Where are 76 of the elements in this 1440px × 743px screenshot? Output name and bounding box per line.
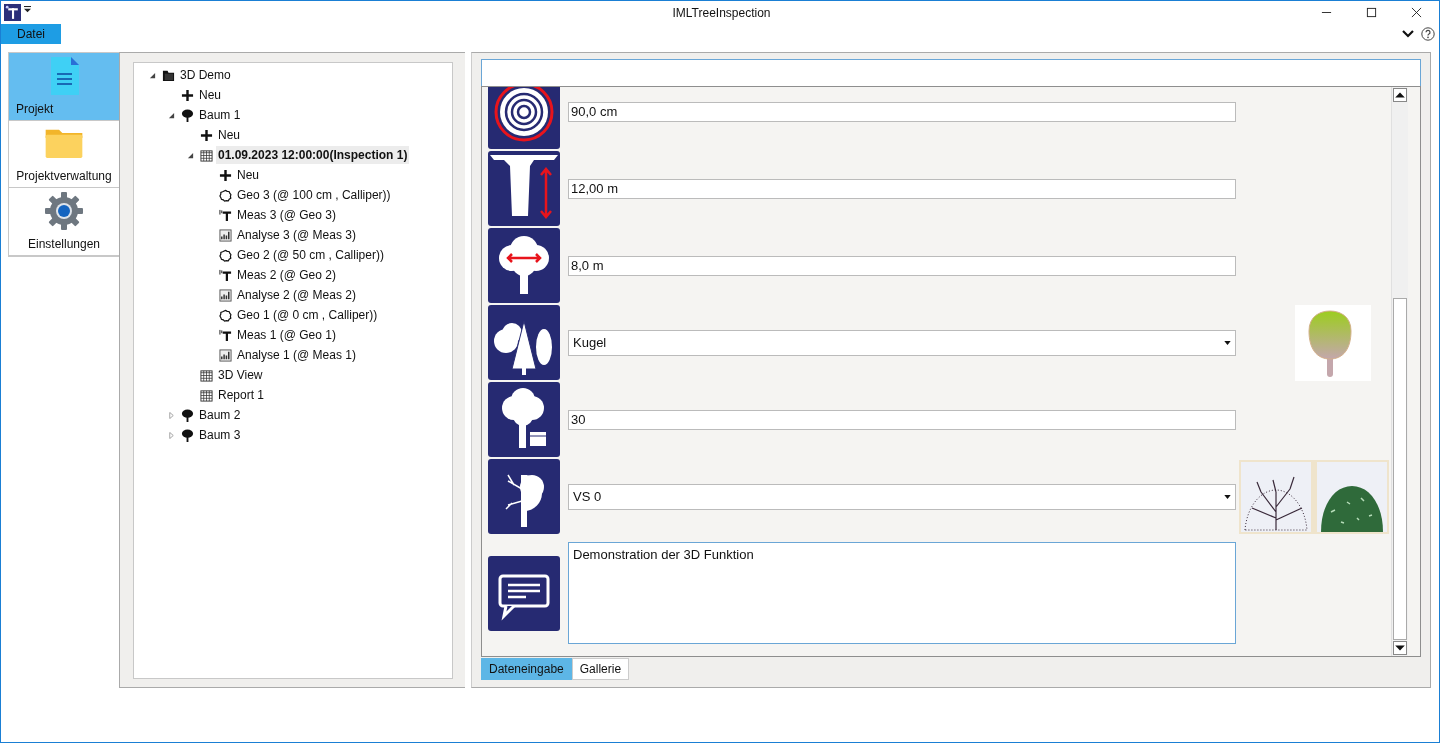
chevron-down-icon[interactable] <box>1402 30 1414 38</box>
collapse-arrow-icon[interactable] <box>186 151 194 159</box>
chart-icon <box>219 348 232 362</box>
tree-icon <box>181 108 194 122</box>
tree-height-icon <box>488 151 560 226</box>
tab[interactable]: Gallerie <box>571 658 630 680</box>
settings-icon <box>44 191 84 231</box>
tree-item[interactable]: 3D Demo <box>178 66 233 84</box>
nav-item[interactable]: Projektverwaltung <box>9 120 119 189</box>
ring-icon <box>219 248 232 262</box>
scroll-up-icon[interactable] <box>1393 88 1407 102</box>
calendar-icon <box>200 388 213 402</box>
collapse-arrow-icon[interactable] <box>167 111 175 119</box>
caret-icon <box>1224 340 1231 345</box>
input-field[interactable]: 90,0 cm <box>568 101 1236 122</box>
caliper-icon <box>219 208 232 222</box>
tree-age-icon <box>488 382 560 457</box>
tree-item[interactable]: Report 1 <box>216 386 267 404</box>
scroll-down-icon[interactable] <box>1393 641 1407 655</box>
nav-item[interactable]: Projekt <box>9 53 119 121</box>
nav-label: Einstellungen <box>27 237 101 251</box>
tree-item[interactable]: Meas 1 (@ Geo 1) <box>235 326 338 344</box>
tree-item[interactable]: Neu <box>216 126 242 144</box>
chart-icon <box>219 228 232 242</box>
window-title: IMLTreeInspection <box>671 5 772 20</box>
comment-field[interactable]: Demonstration der 3D Funktion <box>568 542 1236 644</box>
tree-item[interactable]: Analyse 1 (@ Meas 1) <box>235 346 358 364</box>
folder-icon <box>162 68 175 82</box>
tree-item[interactable]: Geo 3 (@ 100 cm , Calliper)) <box>235 186 393 204</box>
caret-icon[interactable] <box>24 6 31 13</box>
menu-tab[interactable]: Datei <box>1 24 61 44</box>
tree-item[interactable]: Geo 1 (@ 0 cm , Calliper)) <box>235 306 380 324</box>
tree-item[interactable]: Neu <box>197 86 223 104</box>
chart-icon <box>219 288 232 302</box>
tree-icon <box>181 428 194 442</box>
tree-item[interactable]: Meas 2 (@ Geo 2) <box>235 266 338 284</box>
tree-item[interactable]: 3D View <box>216 366 265 384</box>
bare-leafy-tree-icon <box>488 459 560 534</box>
tree-rings-icon <box>488 87 560 149</box>
tree-icon <box>181 408 194 422</box>
scroll-thumb[interactable] <box>1393 298 1407 640</box>
plus-icon <box>181 88 194 102</box>
tree-item[interactable]: 01.09.2023 12:00:00(Inspection 1) <box>216 146 410 164</box>
tree-item[interactable]: Analyse 2 (@ Meas 2) <box>235 286 358 304</box>
plus-icon <box>200 128 213 142</box>
plus-icon <box>219 168 232 182</box>
nav-item[interactable]: Einstellungen <box>9 188 119 256</box>
app-icon[interactable] <box>4 4 21 21</box>
tab[interactable]: Dateneingabe <box>481 658 572 680</box>
caret-icon <box>1224 494 1231 499</box>
caliper-icon <box>219 268 232 282</box>
tree-item[interactable]: Baum 3 <box>197 426 243 444</box>
dropdown[interactable]: Kugel <box>568 329 1236 356</box>
tree-item[interactable]: Meas 3 (@ Geo 3) <box>235 206 338 224</box>
input-field[interactable]: 12,00 m <box>568 178 1236 199</box>
help-icon[interactable] <box>1421 27 1435 41</box>
comment-icon <box>488 555 560 631</box>
crown-width-icon <box>488 228 560 303</box>
tree-types-icon <box>488 305 560 380</box>
nav-label: Projekt <box>15 101 54 116</box>
tree-item[interactable]: Analyse 3 (@ Meas 3) <box>235 226 358 244</box>
ring-icon <box>219 308 232 322</box>
input-field[interactable]: 8,0 m <box>568 255 1236 276</box>
caliper-icon <box>219 328 232 342</box>
tree-item[interactable]: Geo 2 (@ 50 cm , Calliper)) <box>235 246 386 264</box>
tree-item[interactable]: Neu <box>235 166 261 184</box>
tree-item[interactable]: Baum 2 <box>197 406 243 424</box>
scrollbar[interactable] <box>1391 87 1408 656</box>
collapse-arrow-icon[interactable] <box>148 71 156 79</box>
nav-label: Projektverwaltung <box>16 169 112 184</box>
tree-item[interactable]: Baum 1 <box>197 106 243 124</box>
input-field[interactable]: 30 <box>568 409 1236 430</box>
dropdown[interactable]: VS 0 <box>568 483 1236 510</box>
ring-icon <box>219 188 232 202</box>
calendar-icon <box>200 148 213 162</box>
calendar-icon <box>200 368 213 382</box>
